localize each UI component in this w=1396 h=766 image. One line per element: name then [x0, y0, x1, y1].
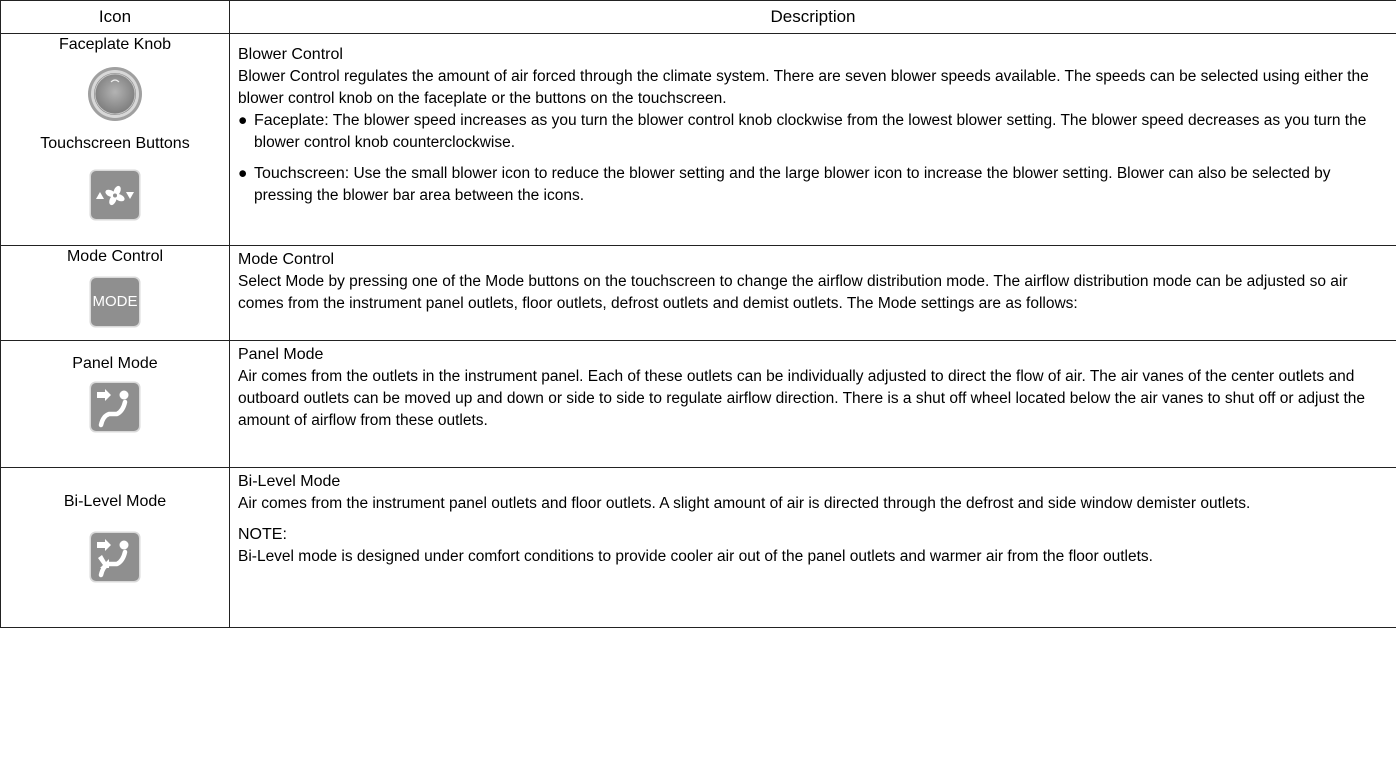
table-row-mode-control: Mode Control MODE Mode Control Select Mo… — [0, 245, 1396, 341]
bi-level-note: Bi-Level mode is designed under comfort … — [238, 548, 1153, 565]
description-cell-mode: Mode Control Select Mode by pressing one… — [229, 245, 1396, 341]
description-cell-panel-mode: Panel Mode Air comes from the outlets in… — [229, 340, 1396, 468]
blower-buttons-icon — [89, 169, 141, 221]
description-cell-bi-level: Bi-Level Mode Air comes from the instrum… — [229, 467, 1396, 628]
table-header-row: Icon Description — [0, 0, 1396, 34]
icon-cell-panel-mode: Panel Mode — [0, 340, 230, 468]
bullet-dot-icon: ● — [238, 112, 248, 129]
bi-level-description: Air comes from the instrument panel outl… — [238, 495, 1251, 512]
panel-mode-icon — [89, 381, 141, 433]
table-row-bi-level-mode: Bi-Level Mode Bi-Level Mode Air comes fr… — [0, 467, 1396, 628]
bullet-text-faceplate: The blower speed increases as you turn t… — [254, 112, 1367, 151]
icon-label-faceplate-knob: Faceplate Knob — [58, 36, 172, 53]
note-label: NOTE: — [238, 526, 287, 543]
icon-label-panel-mode: Panel Mode — [72, 355, 158, 372]
bi-level-mode-icon — [89, 531, 141, 583]
icon-label-bi-level-mode: Bi-Level Mode — [63, 493, 167, 510]
section-title-bi-level-mode: Bi-Level Mode — [238, 473, 341, 490]
section-title-panel-mode: Panel Mode — [238, 346, 324, 363]
table-row-blower-control: Faceplate Knob Touchscreen Buttons Blowe… — [0, 33, 1396, 246]
knob-icon — [87, 66, 143, 122]
icon-cell-mode: Mode Control MODE — [0, 245, 230, 341]
icon-label-touchscreen-buttons: Touchscreen Buttons — [40, 135, 190, 152]
mode-button-text: MODE — [92, 293, 138, 310]
panel-mode-description: Air comes from the outlets in the instru… — [238, 368, 1366, 429]
icon-cell-bi-level: Bi-Level Mode — [0, 467, 230, 628]
bullet-term-faceplate: Faceplate: — [254, 112, 329, 129]
icon-cell-blower: Faceplate Knob Touchscreen Buttons — [0, 33, 230, 246]
description-cell-blower: Blower Control Blower Control regulates … — [229, 33, 1396, 246]
icon-label-mode-control: Mode Control — [66, 248, 164, 265]
mode-button-icon: MODE — [89, 276, 141, 328]
column-header-icon: Icon — [0, 0, 230, 34]
climate-controls-table: Icon Description Faceplate Knob Touchscr… — [0, 0, 1396, 628]
blower-description: Blower Control regulates the amount of a… — [238, 68, 1369, 107]
bullet-text-touchscreen: Use the small blower icon to reduce the … — [254, 165, 1331, 204]
section-title-blower-control: Blower Control — [238, 46, 343, 63]
bullet-faceplate: ● Faceplate: The blower speed increases a… — [238, 110, 1390, 154]
bullet-dot-icon: ● — [238, 165, 248, 182]
bullet-term-touchscreen: Touchscreen: — [254, 165, 350, 182]
mode-description: Select Mode by pressing one of the Mode … — [238, 273, 1348, 312]
section-title-mode-control: Mode Control — [238, 251, 335, 268]
table-row-panel-mode: Panel Mode Panel Mode Air comes from the… — [0, 340, 1396, 468]
column-header-description: Description — [229, 0, 1396, 34]
bullet-touchscreen: ● Touchscreen: Use the small blower icon … — [238, 163, 1390, 207]
